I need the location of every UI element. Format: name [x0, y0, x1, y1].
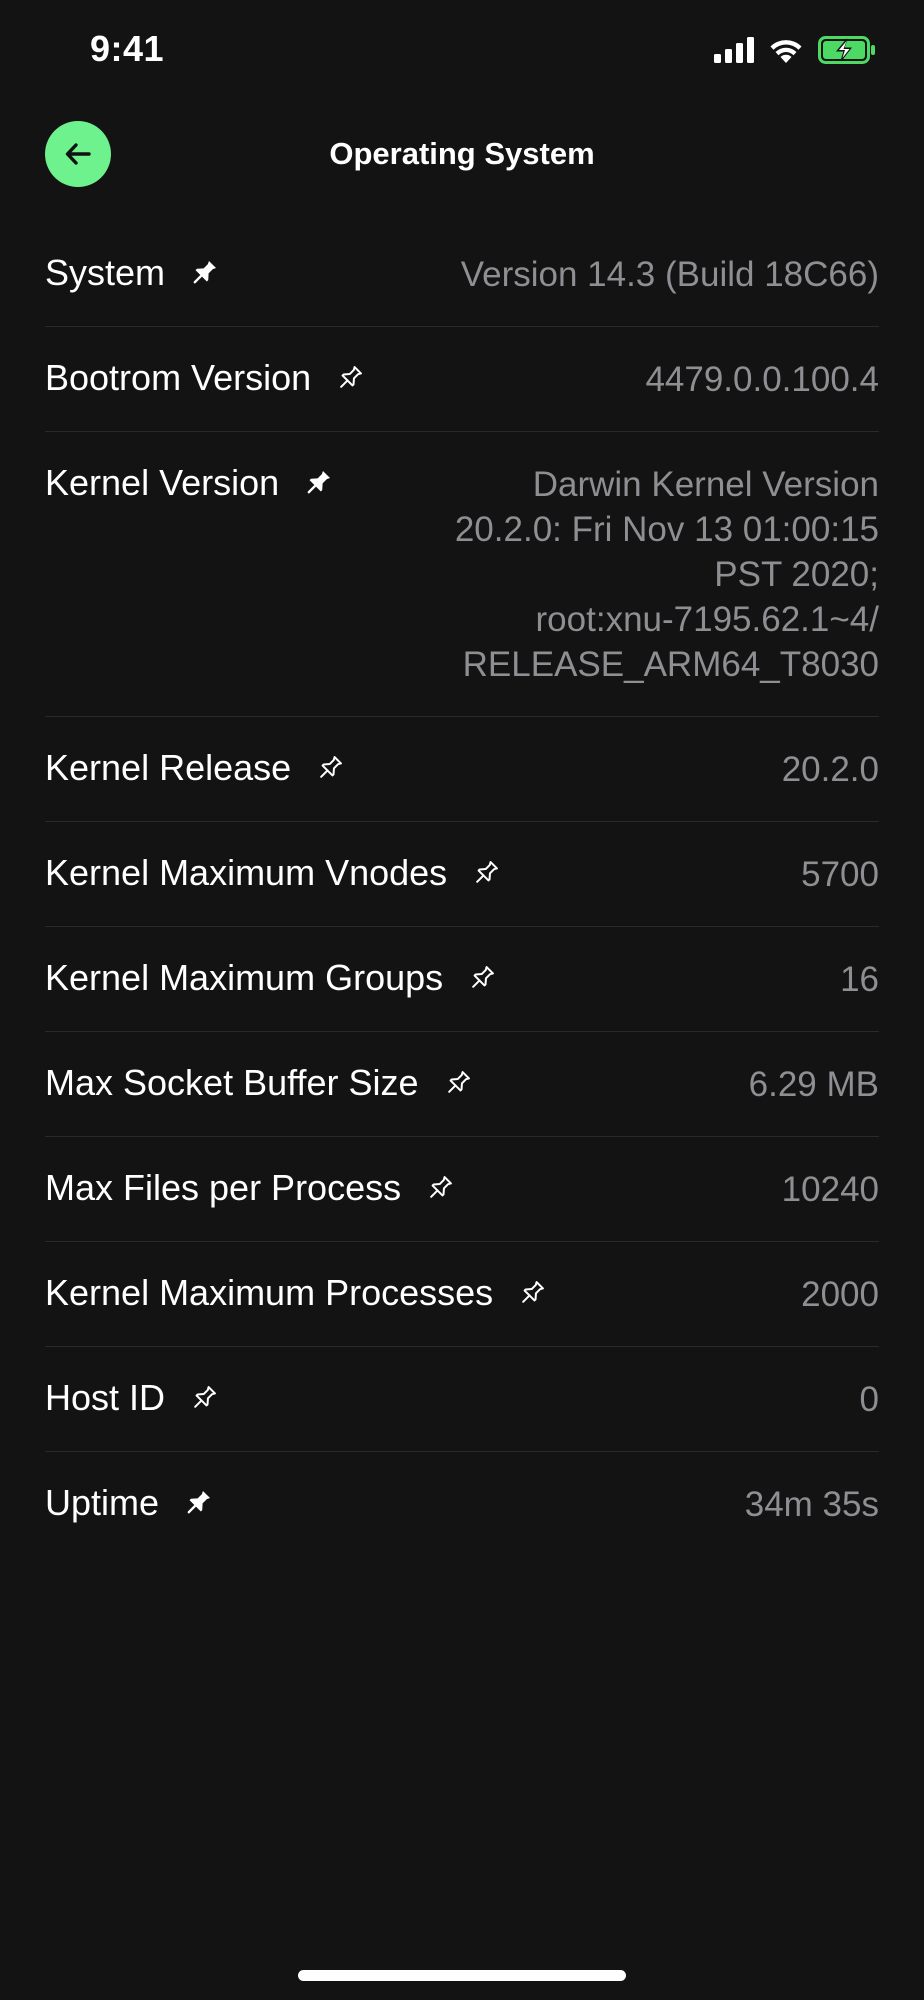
pin-outline-icon[interactable] [469, 856, 503, 890]
info-row-kernel-release: Kernel Release 20.2.0 [45, 717, 879, 822]
pin-outline-icon[interactable] [465, 961, 499, 995]
nav-bar: Operating System [0, 118, 924, 192]
info-row-bootrom-version: Bootrom Version 4479.0.0.100.4 [45, 327, 879, 432]
row-value: 2000 [801, 1275, 879, 1314]
page-title: Operating System [329, 136, 595, 171]
row-value: 20.2.0 [781, 750, 879, 789]
status-time: 9:41 [90, 28, 165, 69]
row-value: 16 [840, 960, 879, 999]
row-value: 4479.0.0.100.4 [645, 360, 879, 399]
pin-outline-icon[interactable] [313, 751, 347, 785]
pin-outline-icon[interactable] [441, 1066, 475, 1100]
pin-outline-icon[interactable] [187, 1381, 221, 1415]
row-label-group: System [45, 252, 221, 294]
row-value: 0 [859, 1380, 879, 1419]
row-label: System [45, 252, 166, 293]
info-row-max-files-per-process: Max Files per Process 10240 [45, 1137, 879, 1242]
row-value: 6.29 MB [748, 1065, 879, 1104]
row-label: Kernel Maximum Vnodes [45, 852, 448, 893]
row-label-group: Kernel Version [45, 462, 335, 504]
row-label: Kernel Maximum Processes [45, 1272, 494, 1313]
info-row-kernel-maximum-processes: Kernel Maximum Processes 2000 [45, 1242, 879, 1347]
status-icons [714, 34, 876, 66]
row-label: Kernel Version [45, 462, 280, 503]
info-row-kernel-maximum-groups: Kernel Maximum Groups 16 [45, 927, 879, 1032]
info-row-host-id: Host ID 0 [45, 1347, 879, 1452]
row-value: Version 14.3 (Build 18C66) [460, 255, 879, 294]
row-label-group: Kernel Release [45, 747, 347, 789]
row-value: 5700 [801, 855, 879, 894]
row-label: Max Files per Process [45, 1167, 402, 1208]
row-label-group: Bootrom Version [45, 357, 367, 399]
row-label: Bootrom Version [45, 357, 312, 398]
pin-outline-icon[interactable] [515, 1276, 549, 1310]
status-bar: 9:41 [0, 0, 924, 100]
row-value: 34m 35s [744, 1485, 879, 1524]
row-value: 10240 [781, 1170, 879, 1209]
pin-outline-icon[interactable] [333, 361, 367, 395]
row-label-group: Kernel Maximum Processes [45, 1272, 549, 1314]
pin-filled-icon[interactable] [181, 1486, 215, 1520]
row-label: Kernel Release [45, 747, 292, 788]
wifi-icon [770, 40, 802, 63]
row-label-group: Kernel Maximum Vnodes [45, 852, 503, 894]
info-row-uptime: Uptime 34m 35s [45, 1452, 879, 1556]
row-label-group: Kernel Maximum Groups [45, 957, 499, 999]
info-row-kernel-version: Kernel Version Darwin Kernel Version 20.… [45, 432, 879, 717]
home-indicator[interactable] [298, 1970, 626, 1981]
info-row-system: System Version 14.3 (Build 18C66) [45, 222, 879, 327]
row-label-group: Max Socket Buffer Size [45, 1062, 475, 1104]
row-label-group: Host ID [45, 1377, 221, 1419]
info-row-kernel-maximum-vnodes: Kernel Maximum Vnodes 5700 [45, 822, 879, 927]
pin-filled-icon[interactable] [301, 466, 335, 500]
row-label: Max Socket Buffer Size [45, 1062, 419, 1103]
row-label: Host ID [45, 1377, 166, 1418]
row-value: Darwin Kernel Version 20.2.0: Fri Nov 13… [454, 465, 879, 684]
info-row-max-socket-buffer-size: Max Socket Buffer Size 6.29 MB [45, 1032, 879, 1137]
battery-charging-icon [818, 36, 875, 64]
cellular-signal-icon [714, 37, 754, 63]
pin-filled-icon[interactable] [187, 256, 221, 290]
row-label-group: Uptime [45, 1482, 215, 1524]
row-label: Uptime [45, 1482, 160, 1523]
row-label: Kernel Maximum Groups [45, 957, 444, 998]
info-list: System Version 14.3 (Build 18C66) Bootro… [45, 222, 879, 1556]
pin-outline-icon[interactable] [423, 1171, 457, 1205]
row-label-group: Max Files per Process [45, 1167, 457, 1209]
